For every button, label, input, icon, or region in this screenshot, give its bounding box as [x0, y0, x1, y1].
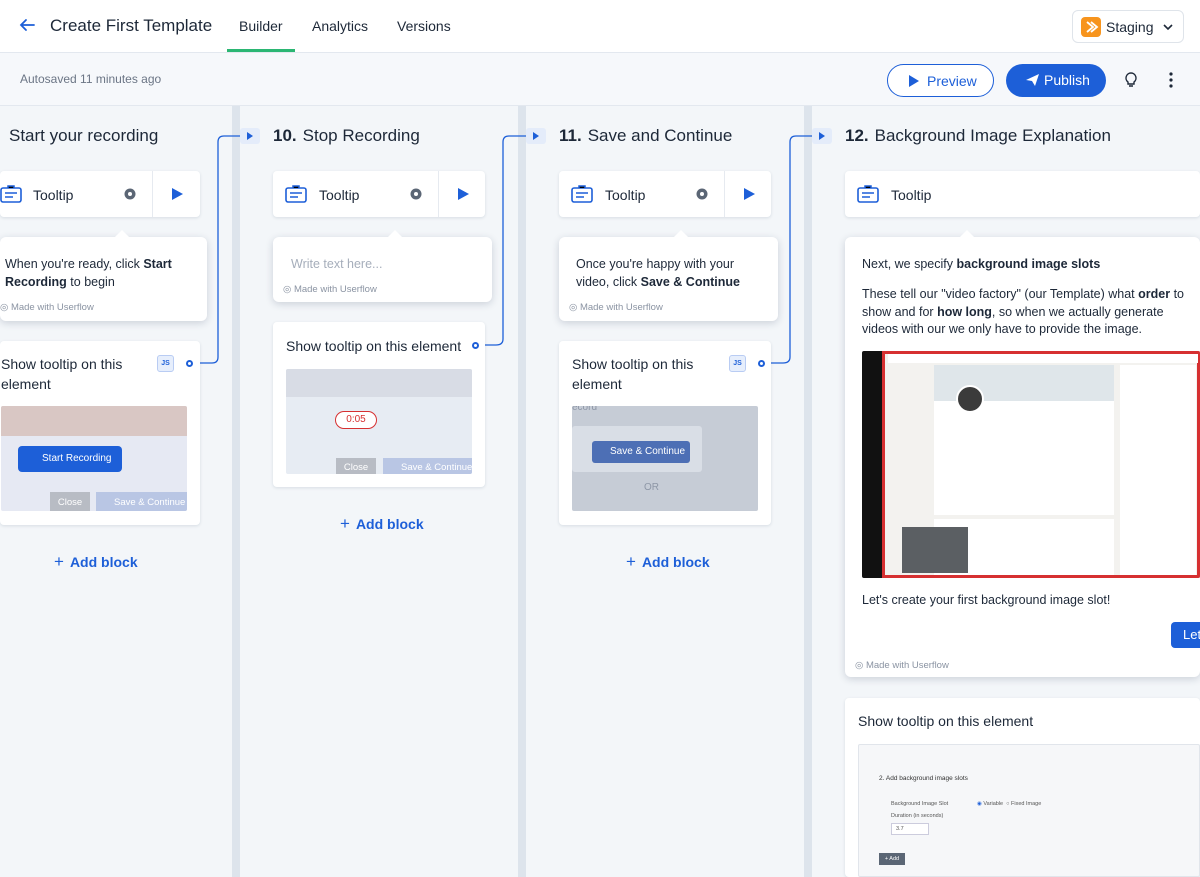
- tooltip-icon: [285, 185, 307, 203]
- tooltip-icon: [857, 185, 879, 203]
- element-target-block[interactable]: Show tooltip on this element 0:05 Close …: [273, 322, 485, 487]
- cta-button[interactable]: Let: [1171, 622, 1200, 648]
- publish-button[interactable]: Publish: [1006, 64, 1106, 97]
- connector-handle[interactable]: [186, 360, 193, 367]
- tooltip-preview: Next, we specify background image slots …: [845, 230, 1200, 677]
- or-label: OR: [644, 482, 659, 493]
- screenshot-input: 3.7: [891, 823, 929, 835]
- element-screenshot: 0:05 Close Save & Continue: [286, 369, 472, 474]
- gear-icon[interactable]: [122, 186, 138, 202]
- more-options-icon[interactable]: [1163, 71, 1179, 89]
- save-continue-button: Save & Continue: [96, 492, 187, 511]
- environment-select[interactable]: Staging: [1072, 10, 1184, 43]
- connector-handle[interactable]: [758, 360, 765, 367]
- tooltip-preview: Write text here... Made with Userflow: [273, 230, 492, 302]
- element-target-block[interactable]: Show tooltip on this element 2. Add back…: [845, 698, 1200, 877]
- element-screenshot: Start Recording Close Save & Continue: [1, 406, 187, 511]
- chevron-down-icon: [1163, 24, 1173, 31]
- page-title: Create First Template: [50, 16, 213, 35]
- tooltip-paragraph: Next, we specify background image slots: [862, 257, 1101, 271]
- add-block-button[interactable]: + Add block: [626, 552, 710, 572]
- element-screenshot: 2. Add background image slots Background…: [858, 744, 1200, 877]
- element-target-block[interactable]: Show tooltip on this element JS Start Re…: [0, 341, 200, 525]
- show-tooltip-label: Show tooltip on this element: [572, 356, 694, 392]
- connector-handle[interactable]: [472, 342, 479, 349]
- back-arrow-icon[interactable]: [16, 14, 38, 36]
- lightbulb-icon[interactable]: [1122, 71, 1140, 89]
- element-target-block[interactable]: Show tooltip on this element JS ecord Sa…: [559, 341, 771, 525]
- tooltip-label: Tooltip: [319, 187, 360, 203]
- recording-timer: 0:05: [335, 411, 377, 429]
- save-continue-button: Save & Continue: [592, 441, 690, 463]
- send-icon: [1026, 74, 1039, 86]
- autosave-status: Autosaved 11 minutes ago: [20, 72, 162, 86]
- linkedin-screenshot: [862, 351, 1200, 578]
- close-button: Close: [50, 492, 90, 511]
- show-tooltip-label: Show tooltip on this element: [1, 356, 123, 392]
- screenshot-label: Background Image Slot: [891, 801, 949, 807]
- made-with-userflow: Made with Userflow: [0, 299, 94, 317]
- play-icon[interactable]: [170, 187, 184, 201]
- tooltip-block[interactable]: Tooltip: [559, 171, 771, 217]
- step-title[interactable]: 12. Background Image Explanation: [845, 126, 1111, 146]
- tooltip-label: Tooltip: [891, 187, 932, 203]
- tooltip-preview: Once you're happy with your video, click…: [559, 230, 778, 321]
- sub-bar: Autosaved 11 minutes ago Preview Publish: [0, 53, 1200, 106]
- step-title[interactable]: 10. Stop Recording: [273, 126, 420, 146]
- preview-button[interactable]: Preview: [887, 64, 994, 97]
- tab-analytics[interactable]: Analytics: [312, 18, 368, 34]
- gear-icon[interactable]: [694, 186, 710, 202]
- step-title[interactable]: Start your recording: [9, 126, 158, 146]
- tooltip-block[interactable]: Tooltip: [845, 171, 1200, 217]
- save-continue-button: Save & Continue: [383, 458, 472, 474]
- screenshot-heading: 2. Add background image slots: [879, 775, 968, 782]
- tooltip-label: Tooltip: [33, 187, 74, 203]
- show-tooltip-label: Show tooltip on this element: [858, 713, 1034, 729]
- js-badge[interactable]: JS: [157, 355, 174, 372]
- close-button: Close: [336, 458, 376, 474]
- gear-icon[interactable]: [408, 186, 424, 202]
- made-with-userflow: Made with Userflow: [569, 299, 663, 317]
- tooltip-paragraph: Let's create your first background image…: [862, 593, 1111, 607]
- play-icon: [909, 75, 919, 87]
- show-tooltip-label: Show tooltip on this element: [286, 338, 462, 354]
- made-with-userflow: Made with Userflow: [855, 657, 949, 675]
- environment-icon: [1081, 17, 1101, 37]
- tooltip-block[interactable]: Tooltip: [0, 171, 200, 217]
- top-bar: Create First Template Builder Analytics …: [0, 0, 1200, 53]
- tab-versions[interactable]: Versions: [397, 18, 451, 34]
- screenshot-add-button: + Add: [879, 853, 905, 865]
- start-recording-button: Start Recording: [18, 446, 122, 472]
- screenshot-label: Duration (in seconds): [891, 813, 944, 819]
- environment-label: Staging: [1106, 19, 1154, 35]
- tooltip-text: When you're ready, click Start Recording…: [5, 257, 172, 289]
- publish-label: Publish: [1044, 72, 1090, 88]
- tooltip-label: Tooltip: [605, 187, 646, 203]
- step-title[interactable]: 11. Save and Continue: [559, 126, 732, 146]
- tooltip-icon: [0, 185, 22, 203]
- tooltip-text-placeholder[interactable]: Write text here...: [291, 255, 382, 273]
- add-block-button[interactable]: + Add block: [54, 552, 138, 572]
- js-badge[interactable]: JS: [729, 355, 746, 372]
- tab-builder[interactable]: Builder: [227, 18, 295, 52]
- add-block-button[interactable]: + Add block: [340, 514, 424, 534]
- tooltip-text: Once you're happy with your video, click…: [576, 257, 740, 289]
- made-with-userflow: Made with Userflow: [283, 281, 377, 299]
- screenshot-text: ecord: [572, 406, 598, 413]
- preview-label: Preview: [927, 73, 977, 89]
- tooltip-icon: [571, 185, 593, 203]
- tooltip-preview: When you're ready, click Start Recording…: [0, 230, 207, 321]
- element-screenshot: ecord Save & Continue OR: [572, 406, 758, 511]
- tooltip-block[interactable]: Tooltip: [273, 171, 485, 217]
- tooltip-paragraph: These tell our "video factory" (our Temp…: [862, 287, 1185, 336]
- play-icon[interactable]: [742, 187, 756, 201]
- step-column-stop-recording: [240, 106, 518, 877]
- play-icon[interactable]: [456, 187, 470, 201]
- screenshot-radio: ◉ Variable ○ Fixed Image: [977, 801, 1042, 807]
